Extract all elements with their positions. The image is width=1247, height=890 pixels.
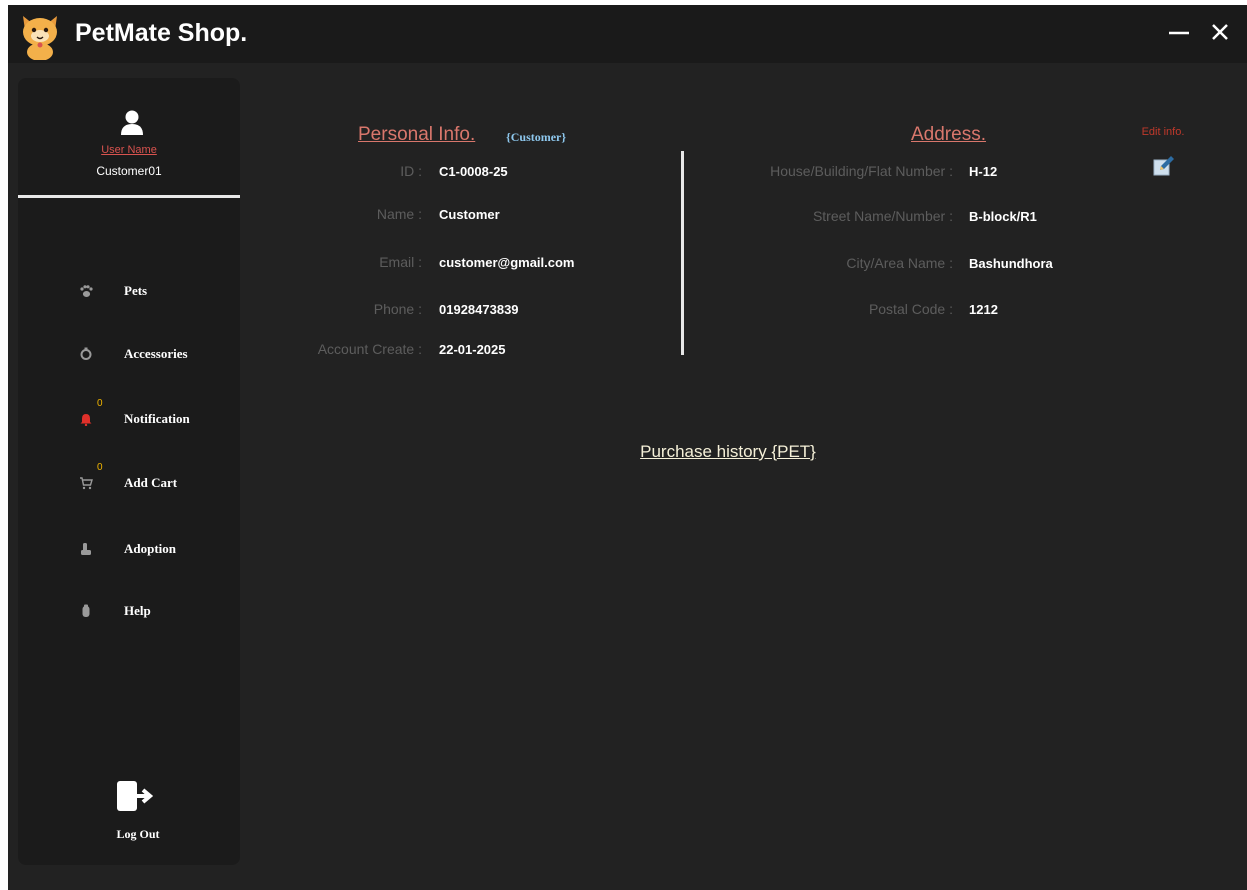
street-value: B-block/R1: [969, 209, 1037, 224]
logout-label: Log Out: [116, 827, 160, 841]
phone-label: Phone :: [373, 301, 422, 317]
sidebar-item-label: Help: [124, 603, 151, 618]
purchase-history-link[interactable]: Purchase history {PET}: [528, 442, 928, 462]
house-number-value: H-12: [969, 164, 998, 179]
personal-info-title: Personal Info.: [358, 124, 476, 145]
title-bar: PetMate Shop.: [8, 5, 1247, 63]
user-name-label: User Name: [101, 144, 157, 156]
close-icon: [1212, 24, 1228, 40]
phone-value: 01928473839: [439, 302, 519, 317]
help-icon: [78, 603, 94, 619]
sidebar-item-accessories[interactable]: Accessories: [78, 339, 228, 369]
id-label: ID :: [400, 163, 422, 179]
edit-info-label: Edit info.: [1141, 126, 1185, 138]
sidebar: User Name Customer01 Pets Accessories 0 …: [18, 78, 240, 865]
city-value: Bashundhora: [969, 256, 1053, 271]
notification-count-badge: 0: [97, 398, 103, 409]
close-button[interactable]: [1203, 15, 1237, 49]
city-label: City/Area Name :: [846, 255, 953, 271]
edit-icon[interactable]: [1152, 154, 1176, 178]
logout-button[interactable]: Log Out: [88, 781, 168, 841]
sidebar-item-add-cart[interactable]: 0 Add Cart: [78, 462, 228, 498]
house-number-label: House/Building/Flat Number :: [770, 163, 953, 179]
column-divider: [681, 151, 684, 355]
bell-icon: [78, 411, 94, 427]
user-name: Customer01: [96, 164, 162, 178]
account-create-label: Account Create :: [317, 341, 422, 357]
adoption-icon: [78, 541, 94, 557]
minimize-icon: [1169, 31, 1189, 35]
name-label: Name :: [376, 206, 422, 222]
address-title: Address.: [911, 124, 986, 145]
logout-icon: [117, 781, 153, 811]
sidebar-item-adoption[interactable]: Adoption: [78, 534, 228, 564]
sidebar-item-help[interactable]: Help: [78, 596, 228, 626]
postal-code-value: 1212: [969, 302, 998, 317]
cat-logo-icon: [23, 16, 57, 60]
street-label: Street Name/Number :: [812, 208, 953, 224]
app-title: PetMate Shop.: [75, 19, 248, 47]
id-value: C1-0008-25: [439, 164, 508, 179]
role-tag: {Customer}: [506, 130, 567, 144]
cart-count-badge: 0: [97, 462, 103, 473]
cart-icon: [78, 475, 94, 491]
sidebar-item-label: Pets: [124, 283, 148, 298]
postal-code-label: Postal Code :: [868, 301, 953, 317]
user-icon: [121, 110, 143, 135]
sidebar-item-label: Notification: [124, 411, 190, 426]
sidebar-item-label: Adoption: [124, 541, 177, 556]
minimize-button[interactable]: [1162, 15, 1196, 49]
sidebar-item-notification[interactable]: 0 Notification: [78, 398, 228, 434]
paw-icon: [78, 283, 94, 299]
sidebar-item-label: Accessories: [124, 346, 188, 361]
email-label: Email :: [379, 254, 422, 270]
email-value: customer@gmail.com: [439, 255, 575, 270]
sidebar-item-label: Add Cart: [124, 475, 178, 490]
ring-icon: [78, 346, 94, 362]
name-value: Customer: [439, 207, 500, 222]
app-window: PetMate Shop. User Name Customer01 Pets …: [8, 5, 1247, 890]
sidebar-item-pets[interactable]: Pets: [78, 276, 228, 306]
sidebar-divider: [18, 195, 240, 198]
account-create-value: 22-01-2025: [439, 342, 506, 357]
